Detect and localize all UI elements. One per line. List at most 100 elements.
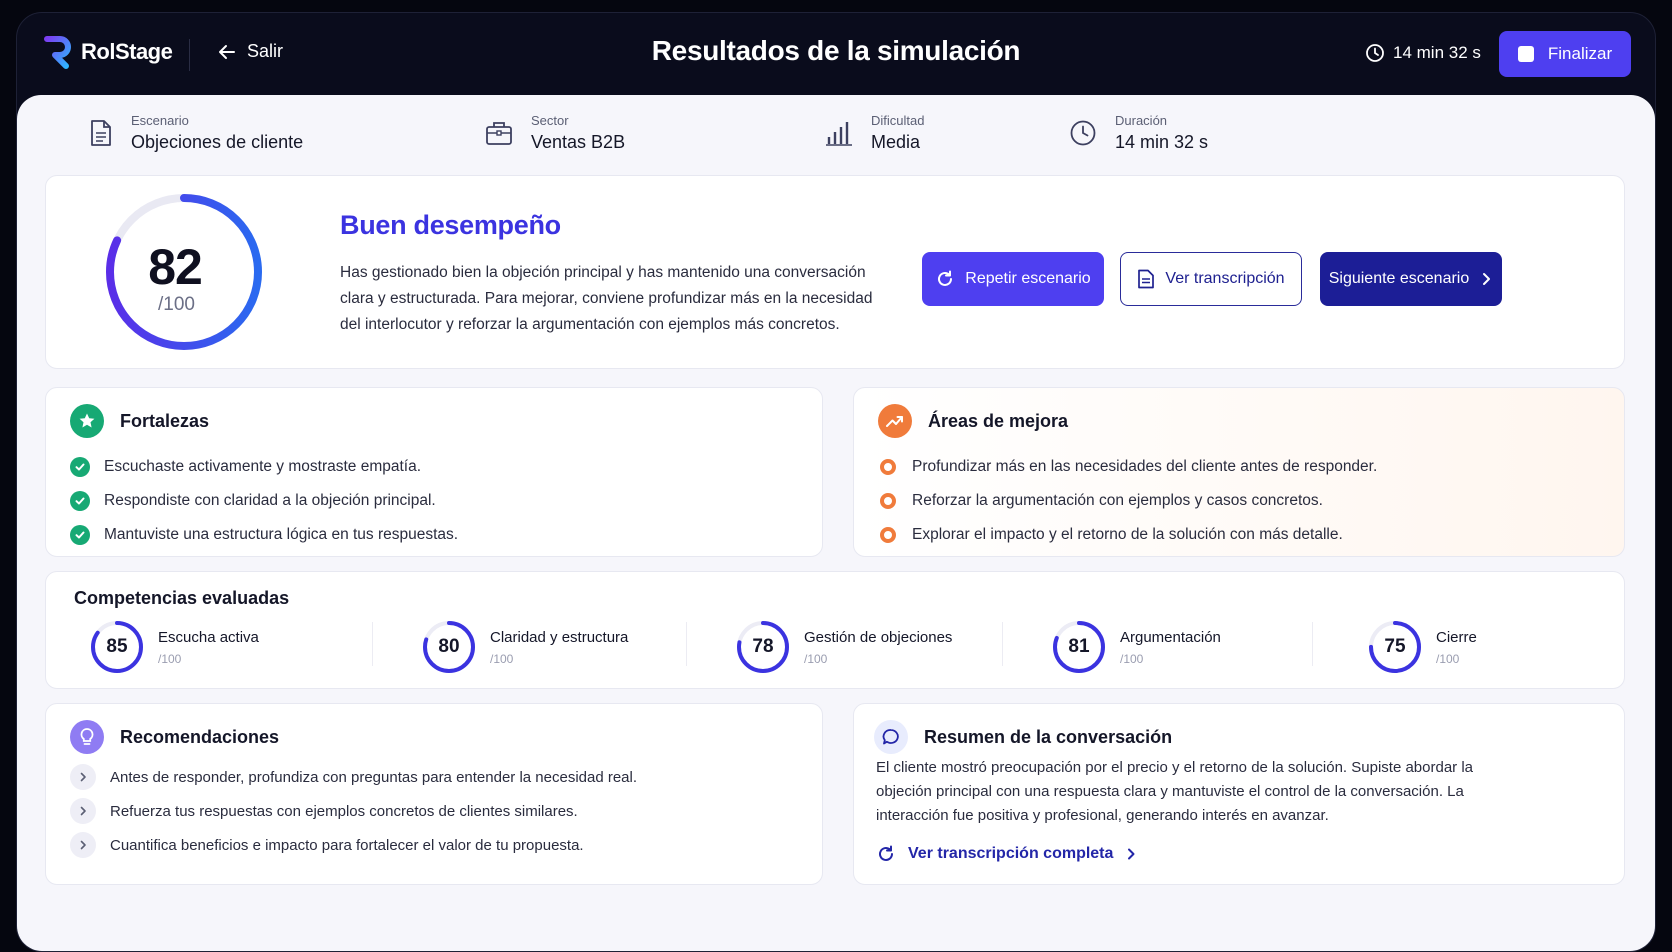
meta-sector: Sector Ventas B2B — [485, 113, 625, 153]
repeat-scenario-button[interactable]: Repetir escenario — [922, 252, 1104, 306]
list-item: Reforzar la argumentación con ejemplos y… — [878, 484, 1377, 518]
strength-text: Escuchaste activamente y mostraste empat… — [104, 458, 422, 475]
meta-label: Dificultad — [871, 113, 925, 128]
recommendation-text: Refuerza tus respuestas con ejemplos con… — [110, 802, 578, 820]
competency-objections: 78 Gestión de objeciones /100 — [736, 620, 952, 674]
list-item: Explorar el impacto y el retorno de la s… — [878, 518, 1377, 552]
score-card: 82 /100 Buen desempeño Has gestionado bi… — [45, 175, 1625, 369]
summary-header: Resumen de la conversación — [874, 720, 1172, 754]
stop-icon — [1517, 46, 1534, 62]
meta-value: Ventas B2B — [531, 132, 626, 152]
improvements-header: Áreas de mejora — [878, 404, 1068, 438]
summary-title: Resumen de la conversación — [924, 726, 1173, 747]
full-transcript-link[interactable]: Ver transcripción completa — [876, 844, 1137, 864]
competency-max: /100 — [804, 651, 828, 666]
meta-scenario: Escenario Objeciones de cliente — [89, 113, 303, 153]
summary-card: Resumen de la conversación El cliente mo… — [853, 703, 1625, 885]
document-icon — [1138, 269, 1155, 289]
competency-closing: 75 Cierre /100 — [1368, 620, 1477, 674]
competency-max: /100 — [158, 651, 182, 666]
competency-name: Cierre — [1436, 628, 1477, 646]
bullet-icon — [880, 459, 896, 475]
bullet-icon — [880, 493, 896, 509]
star-icon — [70, 404, 104, 438]
meta-duration: Duración 14 min 32 s — [1069, 113, 1208, 153]
competency-score: 75 — [1384, 636, 1406, 657]
competencies-card: Competencias evaluadas 85 Escucha activa… — [45, 571, 1625, 689]
top-bar: RolStage Salir Resultados de la simulaci… — [17, 13, 1655, 97]
competency-name: Argumentación — [1120, 628, 1221, 646]
timer-value: 14 min 32 s — [1393, 43, 1481, 62]
chevron-right-icon — [1483, 273, 1491, 285]
competency-name: Escucha activa — [158, 628, 259, 646]
improvement-text: Profundizar más en las necesidades del c… — [912, 458, 1378, 475]
meta-label: Sector — [531, 113, 569, 128]
divider — [1312, 622, 1313, 666]
improvement-text: Explorar el impacto y el retorno de la s… — [912, 526, 1343, 543]
performance-title: Buen desempeño — [340, 210, 561, 240]
chevron-right-icon — [70, 832, 96, 858]
list-item: Mantuviste una estructura lógica en tus … — [70, 518, 458, 552]
competency-score: 78 — [752, 636, 774, 657]
competency-max: /100 — [1436, 651, 1460, 666]
competency-score: 85 — [106, 636, 128, 657]
list-item: Cuantifica beneficios e impacto para for… — [70, 828, 637, 862]
recommendation-text: Cuantifica beneficios e impacto para for… — [110, 836, 584, 854]
recommendations-title: Recomendaciones — [120, 726, 280, 747]
transcript-label: Ver transcripción — [1165, 270, 1285, 287]
competencies-title: Competencias evaluadas — [74, 588, 290, 608]
check-icon — [70, 525, 90, 545]
document-icon — [91, 120, 111, 146]
chat-bubble-icon — [874, 720, 908, 754]
trending-up-icon — [878, 404, 912, 438]
app-window: RolStage Salir Resultados de la simulaci… — [16, 12, 1656, 952]
competency-name: Gestión de objeciones — [804, 628, 953, 646]
list-item: Antes de responder, profundiza con pregu… — [70, 760, 637, 794]
competency-ring: 80 — [422, 620, 476, 674]
competency-score: 81 — [1068, 636, 1090, 657]
chevron-right-icon — [70, 764, 96, 790]
recommendations-card: Recomendaciones Antes de responder, prof… — [45, 703, 823, 885]
view-transcript-button[interactable]: Ver transcripción — [1120, 252, 1302, 306]
competency-argumentation: 81 Argumentación /100 — [1052, 620, 1221, 674]
meta-difficulty: Dificultad Media — [825, 113, 924, 153]
competency-ring: 85 — [90, 620, 144, 674]
repeat-label: Repetir escenario — [965, 270, 1091, 287]
divider — [372, 622, 373, 666]
finish-label: Finalizar — [1547, 44, 1613, 63]
meta-value: 14 min 32 s — [1115, 132, 1209, 152]
recommendations-header: Recomendaciones — [70, 720, 279, 754]
bullet-icon — [880, 527, 896, 543]
score-max: /100 — [158, 294, 195, 315]
summary-text: El cliente mostró preocupación por el pr… — [876, 759, 1473, 824]
finish-button[interactable]: Finalizar — [1499, 31, 1631, 77]
strengths-header: Fortalezas — [70, 404, 209, 438]
improvements-list: Profundizar más en las necesidades del c… — [878, 450, 1377, 552]
refresh-icon — [938, 270, 953, 286]
strengths-list: Escuchaste activamente y mostraste empat… — [70, 450, 458, 552]
bar-chart-icon — [826, 122, 852, 146]
competency-score: 80 — [438, 636, 460, 657]
meta-value: Media — [871, 132, 921, 152]
competency-clarity: 80 Claridad y estructura /100 — [422, 620, 628, 674]
strength-text: Mantuviste una estructura lógica en tus … — [104, 526, 459, 543]
chevron-right-icon — [70, 798, 96, 824]
competency-listen: 85 Escucha activa /100 — [90, 620, 259, 674]
list-item: Profundizar más en las necesidades del c… — [878, 450, 1377, 484]
next-scenario-button[interactable]: Siguiente escenario — [1320, 252, 1502, 306]
competency-max: /100 — [490, 651, 514, 666]
performance-description: Has gestionado bien la objeción principa… — [340, 264, 873, 333]
competency-ring: 78 — [736, 620, 790, 674]
meta-label: Duración — [1115, 113, 1168, 128]
recommendation-text: Antes de responder, profundiza con pregu… — [110, 768, 638, 786]
results-content: Escenario Objeciones de cliente Sector V… — [17, 95, 1655, 951]
meta-value: Objeciones de cliente — [131, 132, 304, 152]
divider — [1002, 622, 1003, 666]
competency-ring: 75 — [1368, 620, 1422, 674]
list-item: Refuerza tus respuestas con ejemplos con… — [70, 794, 637, 828]
full-transcript-label: Ver transcripción completa — [908, 845, 1114, 862]
competency-ring: 81 — [1052, 620, 1106, 674]
recommendations-list: Antes de responder, profundiza con pregu… — [70, 760, 637, 862]
next-label: Siguiente escenario — [1328, 270, 1470, 287]
improvements-title: Áreas de mejora — [928, 410, 1069, 431]
